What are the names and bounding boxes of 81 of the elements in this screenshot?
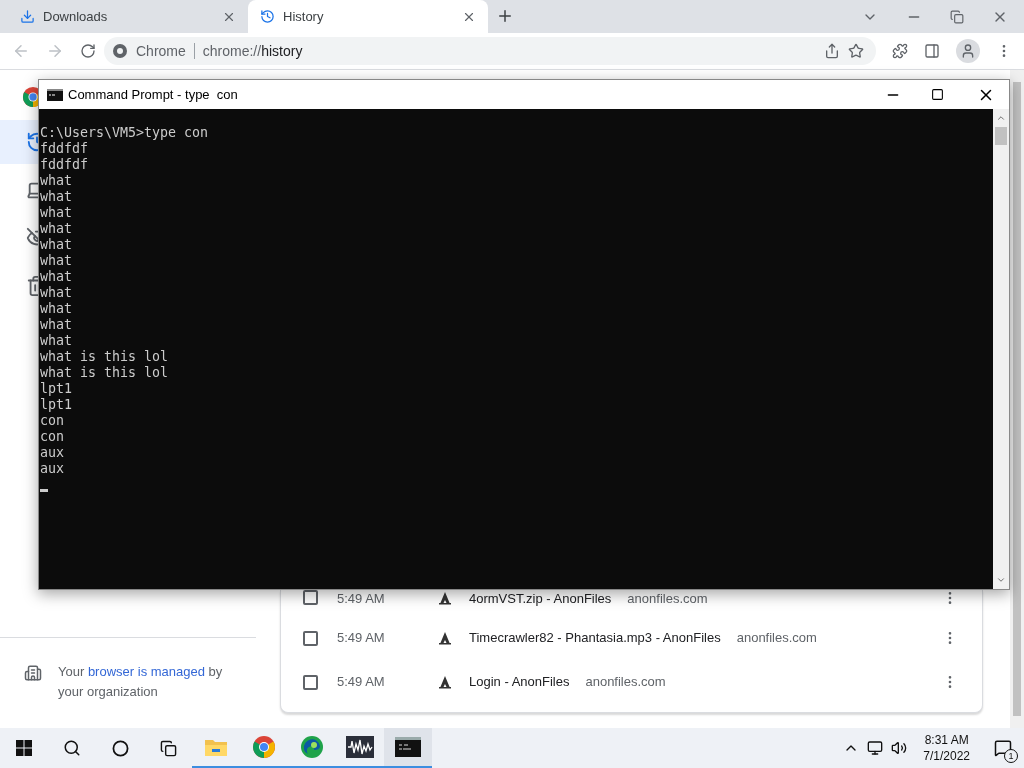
scroll-thumb[interactable] — [995, 127, 1007, 145]
tab-title: Downloads — [43, 7, 109, 26]
console-line: what — [40, 189, 73, 205]
console-line: C:\Users\VM5>type con — [40, 125, 209, 141]
page-domain: anonfiles.com — [627, 590, 709, 608]
side-panel-icon[interactable] — [924, 43, 940, 59]
visit-time: 5:49 AM — [337, 590, 386, 608]
console-line: aux — [40, 445, 65, 461]
console-line: aux — [40, 461, 65, 477]
edge-logo-icon — [300, 735, 324, 759]
windows-logo-icon[interactable] — [16, 740, 32, 756]
browser-tab[interactable]: History — [248, 0, 488, 33]
browser-tab[interactable]: Downloads — [8, 0, 248, 33]
volume-icon[interactable] — [891, 740, 908, 756]
sidebar-item[interactable] — [0, 120, 38, 164]
history-icon — [260, 9, 275, 24]
console-line: what — [40, 205, 73, 221]
page-title[interactable]: Login - AnonFiles — [469, 673, 570, 691]
window-title: Command Prompt - type con — [68, 85, 239, 104]
share-icon[interactable] — [824, 43, 840, 59]
taskbar-app[interactable] — [384, 728, 432, 768]
console-line: what — [40, 221, 73, 237]
notification-icon[interactable] — [994, 739, 1012, 757]
site-icon — [437, 590, 453, 606]
page-domain: anonfiles.com — [585, 673, 667, 691]
console-line: what — [40, 269, 73, 285]
address-bar[interactable]: Chrome chrome://history — [104, 37, 876, 65]
console-line: what — [40, 333, 73, 349]
checkbox[interactable] — [303, 630, 318, 646]
history-row[interactable]: 5:49 AM Login - AnonFiles anonfiles.com — [281, 660, 982, 704]
page-domain: anonfiles.com — [736, 629, 818, 647]
new-tab-icon[interactable] — [496, 7, 514, 25]
terminal-icon — [47, 88, 63, 101]
search-icon[interactable] — [63, 739, 81, 757]
maximize-icon[interactable] — [931, 88, 944, 101]
folder-icon — [204, 737, 228, 757]
console-line: what — [40, 173, 73, 189]
download-icon — [20, 9, 35, 24]
clock-time[interactable]: 8:31 AM — [924, 732, 969, 748]
managed-note: Your browser is managed by your organization — [58, 663, 224, 701]
console-line: fddfdf — [40, 141, 89, 157]
console-line: what — [40, 253, 73, 269]
site-icon — [437, 674, 453, 690]
console-line: con — [40, 429, 65, 445]
building-icon — [24, 664, 42, 682]
visit-time: 5:49 AM — [337, 629, 386, 647]
site-icon — [437, 630, 453, 646]
url-text: chrome://history — [202, 41, 304, 61]
network-icon[interactable] — [867, 740, 884, 756]
console-line: what is this lol — [40, 365, 169, 381]
tab-title: History — [283, 7, 325, 26]
console-line: what — [40, 237, 73, 253]
star-icon[interactable] — [848, 43, 864, 59]
console-line: fddfdf — [40, 157, 89, 173]
page-title[interactable]: 4ormVST.zip - AnonFiles — [469, 590, 612, 608]
console-line: con — [40, 413, 65, 429]
checkbox[interactable] — [303, 674, 318, 690]
console-line: what — [40, 301, 73, 317]
waveform-icon — [346, 736, 374, 758]
history-row[interactable]: 5:49 AM Timecrawler82 - Phantasia.mp3 - AnonFiles anonfiles.com — [281, 616, 982, 660]
console-line: what — [40, 285, 73, 301]
history-icon — [26, 131, 38, 153]
clock-date[interactable]: 7/1/2022 — [923, 748, 970, 764]
trash-icon — [26, 275, 38, 297]
console-line: lpt1 — [40, 381, 73, 397]
extensions-icon[interactable] — [892, 43, 908, 59]
visit-time: 5:49 AM — [337, 673, 386, 691]
task-view-icon[interactable] — [159, 739, 177, 757]
profile-avatar[interactable] — [956, 39, 980, 63]
scroll-down-icon[interactable] — [996, 575, 1006, 585]
page-title[interactable]: Timecrawler82 - Phantasia.mp3 - AnonFiles — [469, 629, 721, 647]
site-label: Chrome — [136, 41, 186, 61]
console-line: lpt1 — [40, 397, 73, 413]
console-line: what is this lol — [40, 349, 169, 365]
circle-icon[interactable] — [111, 739, 129, 757]
console-line: what — [40, 317, 73, 333]
notification-count: 1 — [1004, 749, 1018, 763]
terminal-icon — [395, 737, 421, 757]
scroll-up-icon[interactable] — [996, 113, 1006, 123]
restore-icon[interactable] — [950, 9, 964, 24]
reload-icon[interactable] — [80, 43, 96, 59]
